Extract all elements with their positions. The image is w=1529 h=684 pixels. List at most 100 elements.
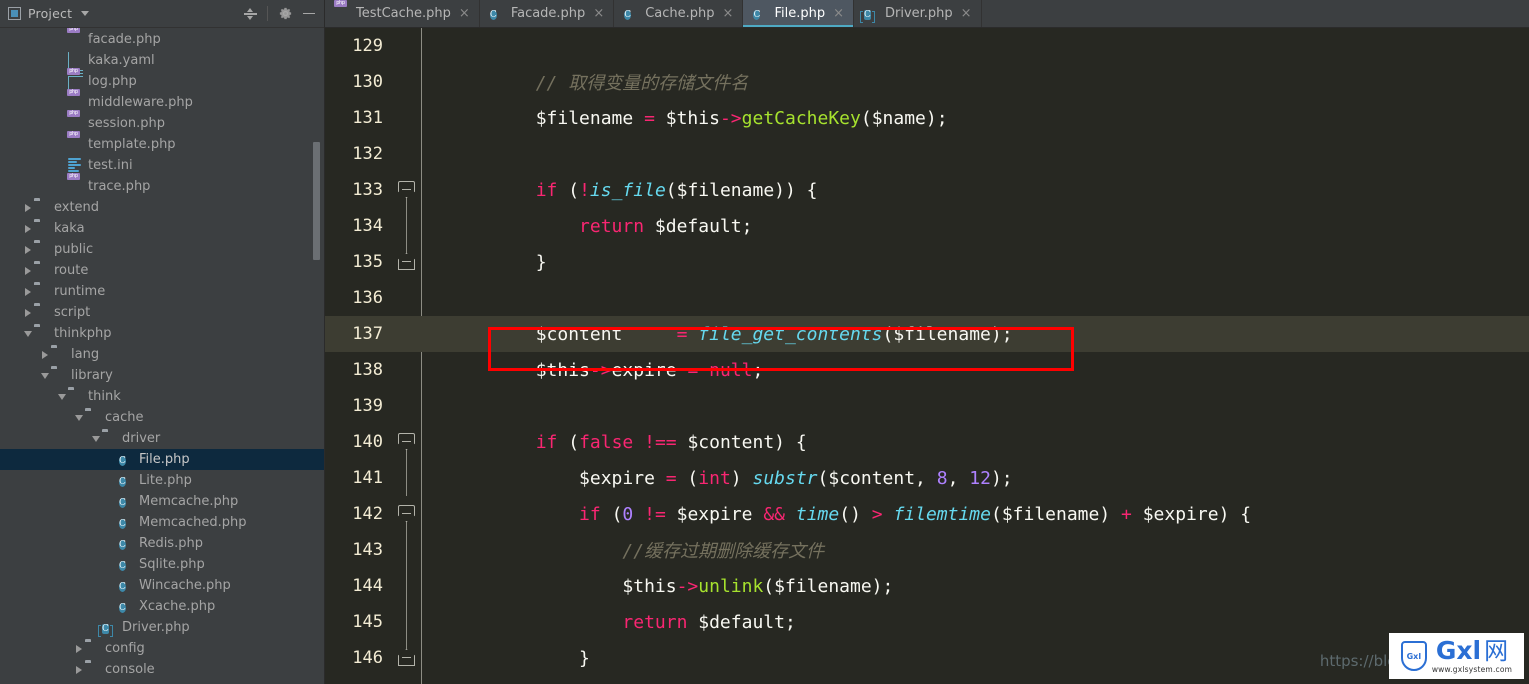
fold-gutter[interactable] bbox=[393, 640, 421, 676]
tree-item[interactable]: php middleware.php bbox=[0, 89, 324, 113]
fold-gutter[interactable] bbox=[393, 28, 421, 64]
tree-item-selected[interactable]: C File.php bbox=[0, 449, 324, 470]
tree-item[interactable]: C Xcache.php bbox=[0, 596, 324, 617]
chevron-right-icon[interactable] bbox=[72, 642, 85, 655]
chevron-down-icon[interactable] bbox=[89, 432, 102, 445]
code-line[interactable]: 140 if (false !== $content) { bbox=[325, 424, 1529, 460]
code-line[interactable]: 129 bbox=[325, 28, 1529, 64]
tree-item[interactable]: C Memcache.php bbox=[0, 491, 324, 512]
tree-item[interactable]: php session.php bbox=[0, 110, 324, 134]
settings-button[interactable] bbox=[274, 3, 296, 25]
editor-tab-cache[interactable]: C Cache.php × bbox=[614, 0, 744, 27]
chevron-right-icon[interactable] bbox=[21, 243, 34, 256]
editor-tab-facade[interactable]: C Facade.php × bbox=[480, 0, 615, 27]
fold-gutter[interactable] bbox=[393, 424, 421, 460]
tree-item[interactable]: test.ini bbox=[0, 155, 324, 176]
close-icon[interactable]: × bbox=[723, 7, 734, 20]
editor-tab-file[interactable]: C File.php × bbox=[743, 0, 854, 27]
code-line[interactable]: 131 $filename = $this->getCacheKey($name… bbox=[325, 100, 1529, 136]
minimize-button[interactable] bbox=[298, 3, 320, 25]
fold-gutter[interactable] bbox=[393, 280, 421, 316]
fold-gutter[interactable] bbox=[393, 676, 421, 684]
tree-item[interactable]: lang bbox=[0, 344, 324, 365]
tree-item[interactable]: cache bbox=[0, 407, 324, 428]
editor-tab-testcache[interactable]: php TestCache.php × bbox=[325, 0, 480, 27]
code-line[interactable]: 138 $this->expire = null; bbox=[325, 352, 1529, 388]
tree-item[interactable]: kaka bbox=[0, 218, 324, 239]
fold-collapse-icon[interactable] bbox=[398, 253, 415, 270]
tree-item[interactable]: think bbox=[0, 386, 324, 407]
code-line[interactable]: 134 return $default; bbox=[325, 208, 1529, 244]
editor-tab-bar[interactable]: php TestCache.php × C Facade.php × C Cache.php ×… bbox=[325, 0, 1529, 28]
chevron-down-icon[interactable] bbox=[72, 411, 85, 424]
fold-gutter[interactable] bbox=[393, 136, 421, 172]
sidebar-scrollbar-thumb[interactable] bbox=[313, 142, 320, 260]
close-icon[interactable]: × bbox=[961, 7, 972, 20]
fold-gutter[interactable] bbox=[393, 460, 421, 496]
fold-gutter[interactable] bbox=[393, 568, 421, 604]
fold-gutter[interactable] bbox=[393, 244, 421, 280]
tree-item[interactable]: php trace.php bbox=[0, 173, 324, 197]
tree-item[interactable]: driver bbox=[0, 428, 324, 449]
close-icon[interactable]: × bbox=[833, 7, 844, 20]
code-viewport[interactable]: 129 130 // 取得变量的存储文件名 131 $filename = $thi… bbox=[325, 28, 1529, 684]
chevron-down-icon[interactable] bbox=[21, 327, 34, 340]
fold-gutter[interactable] bbox=[393, 352, 421, 388]
code-lines[interactable]: 129 130 // 取得变量的存储文件名 131 $filename = $thi… bbox=[325, 28, 1529, 684]
tree-item[interactable]: php template.php bbox=[0, 131, 324, 155]
tree-item[interactable]: route bbox=[0, 260, 324, 281]
fold-collapse-icon[interactable] bbox=[398, 649, 415, 666]
code-line[interactable]: 130 // 取得变量的存储文件名 bbox=[325, 64, 1529, 100]
chevron-right-icon[interactable] bbox=[21, 201, 34, 214]
fold-gutter[interactable] bbox=[393, 316, 421, 352]
chevron-down-icon[interactable] bbox=[38, 369, 51, 382]
tree-item[interactable]: php log.php bbox=[0, 68, 324, 92]
chevron-right-icon[interactable] bbox=[38, 348, 51, 361]
tree-item[interactable]: C Wincache.php bbox=[0, 575, 324, 596]
chevron-right-icon[interactable] bbox=[21, 285, 34, 298]
fold-gutter[interactable] bbox=[393, 388, 421, 424]
code-line-current[interactable]: 137 $content = file_get_contents($filena… bbox=[325, 316, 1529, 352]
collapse-all-button[interactable] bbox=[239, 3, 261, 25]
project-panel-selector[interactable]: Project bbox=[8, 6, 90, 21]
code-line[interactable]: 142 if (0 != $expire && time() > filemti… bbox=[325, 496, 1529, 532]
chevron-down-icon[interactable] bbox=[55, 390, 68, 403]
editor-tab-driver[interactable]: C Driver.php × bbox=[854, 0, 982, 27]
tree-item[interactable]: C Sqlite.php bbox=[0, 554, 324, 575]
tree-item[interactable]: console bbox=[0, 659, 324, 680]
fold-collapse-icon[interactable] bbox=[398, 181, 415, 198]
tree-item[interactable]: script bbox=[0, 302, 324, 323]
code-line[interactable]: 136 bbox=[325, 280, 1529, 316]
fold-gutter[interactable] bbox=[393, 100, 421, 136]
tree-item[interactable]: C Memcached.php bbox=[0, 512, 324, 533]
tree-item[interactable]: kaka.yaml bbox=[0, 50, 324, 93]
chevron-right-icon[interactable] bbox=[21, 222, 34, 235]
code-line[interactable]: 143 //缓存过期删除缓存文件 bbox=[325, 532, 1529, 568]
chevron-right-icon[interactable] bbox=[21, 264, 34, 277]
tree-item[interactable]: runtime bbox=[0, 281, 324, 302]
chevron-down-icon[interactable] bbox=[81, 11, 90, 16]
tree-item[interactable]: public bbox=[0, 239, 324, 260]
chevron-right-icon[interactable] bbox=[72, 663, 85, 676]
chevron-right-icon[interactable] bbox=[21, 306, 34, 319]
fold-collapse-icon[interactable] bbox=[398, 433, 415, 450]
close-icon[interactable]: × bbox=[459, 7, 470, 20]
tree-item[interactable]: library bbox=[0, 365, 324, 386]
tree-item[interactable]: extend bbox=[0, 197, 324, 218]
close-icon[interactable]: × bbox=[593, 7, 604, 20]
tree-item[interactable]: php facade.php bbox=[0, 28, 324, 50]
code-line[interactable]: 144 $this->unlink($filename); bbox=[325, 568, 1529, 604]
code-line[interactable]: 133 if (!is_file($filename)) { bbox=[325, 172, 1529, 208]
fold-gutter[interactable] bbox=[393, 64, 421, 100]
code-line[interactable]: 135 } bbox=[325, 244, 1529, 280]
fold-gutter[interactable] bbox=[393, 604, 421, 640]
project-file-tree[interactable]: php facade.php kaka.yaml php log.php php middl… bbox=[0, 28, 324, 684]
tree-item[interactable]: config bbox=[0, 638, 324, 659]
code-line[interactable]: 141 $expire = (int) substr($content, 8, … bbox=[325, 460, 1529, 496]
fold-gutter[interactable] bbox=[393, 208, 421, 244]
code-line[interactable]: 147 bbox=[325, 676, 1529, 684]
code-line[interactable]: 139 bbox=[325, 388, 1529, 424]
fold-gutter[interactable] bbox=[393, 532, 421, 568]
fold-gutter[interactable] bbox=[393, 496, 421, 532]
code-line[interactable]: 145 return $default; bbox=[325, 604, 1529, 640]
